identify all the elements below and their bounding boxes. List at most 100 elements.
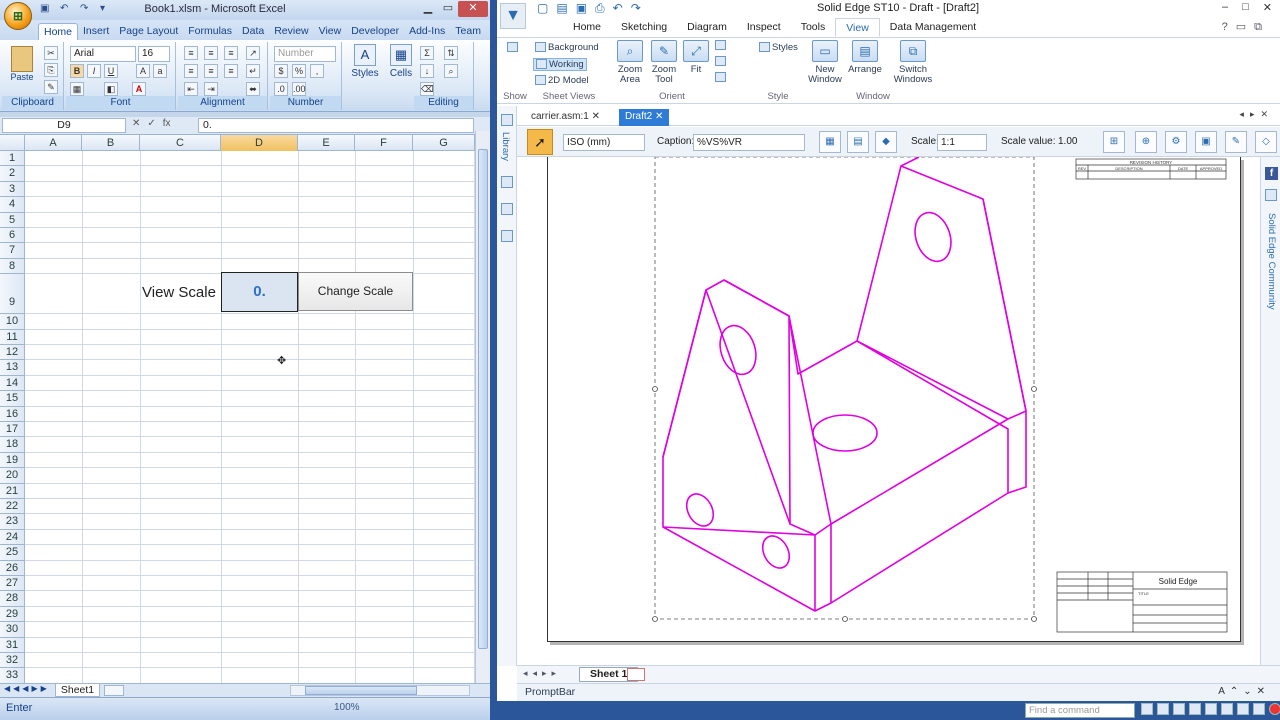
row-header[interactable]: 28 — [0, 591, 25, 607]
sheet-nav-icons[interactable]: ◀◀◀▶▶ — [4, 684, 50, 693]
number-format-combo[interactable]: Number — [274, 46, 336, 62]
redo-icon[interactable]: ↷ — [631, 1, 641, 16]
tab-inspect[interactable]: Inspect — [737, 18, 791, 37]
sheet-nav-icons[interactable]: ◂◂▸▸ — [523, 668, 561, 679]
insert-function-icon[interactable]: fx — [163, 118, 171, 129]
column-header-b[interactable]: B — [82, 135, 140, 151]
row-header[interactable]: 32 — [0, 653, 25, 669]
pan-icon[interactable] — [715, 56, 728, 67]
row-header[interactable]: 8 — [0, 258, 25, 275]
format-painter-icon[interactable]: ✎ — [44, 80, 58, 94]
font-name-combo[interactable]: Arial — [70, 46, 136, 62]
column-header-c[interactable]: C — [140, 135, 221, 151]
grow-font-icon[interactable]: A — [136, 64, 150, 78]
row-header[interactable]: 14 — [0, 375, 25, 392]
tab-add-ins[interactable]: Add-Ins — [404, 23, 450, 40]
doc-tabs-nav-icons[interactable]: ◂▸✕ — [1239, 109, 1274, 120]
community-tab[interactable]: Solid Edge Community — [1266, 213, 1277, 310]
sort-filter-icon[interactable]: ⇅ — [444, 46, 458, 60]
formula-input[interactable]: 0. — [198, 118, 474, 133]
new-icon[interactable]: ▢ — [537, 1, 548, 16]
column-header-d[interactable]: D — [221, 135, 298, 151]
tool-6-icon[interactable]: ◇ — [1255, 131, 1277, 153]
row-header[interactable]: 20 — [0, 468, 25, 484]
italic-icon[interactable]: I — [87, 64, 101, 78]
align-top-icon[interactable]: ≡ — [184, 46, 198, 60]
horizontal-scroll-thumb[interactable] — [305, 686, 417, 695]
tab-team[interactable]: Team — [450, 23, 486, 40]
scale-value-input[interactable]: 1.00 — [1055, 134, 1095, 151]
minimize-button[interactable]: ▁ — [418, 1, 438, 17]
prompt-bar-icons[interactable]: A⌃⌄✕ — [1218, 686, 1270, 697]
underline-icon[interactable]: U — [104, 64, 118, 78]
row-header[interactable]: 21 — [0, 483, 25, 499]
cancel-entry-icon[interactable]: ✕ — [132, 118, 140, 129]
row-header[interactable]: 17 — [0, 422, 25, 438]
insert-sheet-icon[interactable] — [104, 685, 124, 696]
row-header[interactable]: 30 — [0, 622, 25, 638]
arrange-button[interactable]: ▤ Arrange — [845, 40, 885, 75]
row-header[interactable]: 29 — [0, 606, 25, 623]
prompt-bar-label[interactable]: PromptBar — [525, 686, 575, 698]
horizontal-scrollbar[interactable] — [290, 685, 470, 696]
tab-sketching[interactable]: Sketching — [611, 18, 677, 37]
row-header[interactable]: 25 — [0, 545, 25, 561]
help-panel-icon[interactable] — [501, 230, 513, 242]
decrease-decimal-icon[interactable]: .00 — [292, 82, 306, 96]
fit-view-icon[interactable] — [1157, 703, 1169, 715]
new-sheet-icon[interactable] — [627, 668, 645, 681]
layers-icon[interactable] — [501, 176, 513, 188]
vertical-scroll-thumb[interactable] — [478, 149, 488, 649]
drawing-sheet[interactable]: REVISION HISTORY REV DESCRIPTION DATE AP… — [547, 157, 1241, 642]
tool-1-icon[interactable]: ⊞ — [1103, 131, 1125, 153]
comma-icon[interactable]: , — [310, 64, 324, 78]
ribbon-right-icons[interactable]: ?▭⧉ — [1212, 18, 1280, 37]
font-color-icon[interactable]: A — [132, 82, 146, 96]
column-header-e[interactable]: E — [298, 135, 355, 151]
row-header[interactable]: 7 — [0, 243, 25, 259]
tool-3-icon[interactable]: ⚙ — [1165, 131, 1187, 153]
rotate-icon[interactable] — [1221, 703, 1233, 715]
zoom-tool-button[interactable]: ✎ Zoom Tool — [647, 40, 681, 85]
vertical-scrollbar[interactable] — [475, 131, 490, 683]
styles-button[interactable]: Styles — [759, 42, 798, 53]
name-box[interactable]: D9 — [2, 118, 126, 133]
row-header[interactable]: 2 — [0, 166, 25, 182]
undo-icon[interactable]: ↶ — [613, 1, 623, 16]
view-display-icon[interactable]: ▤ — [847, 131, 869, 153]
increase-indent-icon[interactable]: ⇥ — [204, 82, 218, 96]
previous-view-icon[interactable] — [715, 72, 728, 83]
new-window-button[interactable]: ▭ New Window — [805, 40, 845, 85]
doc-tab-draft2[interactable]: Draft2 ✕ — [619, 109, 670, 126]
zoom-area-icon[interactable] — [1173, 703, 1185, 715]
tab-review[interactable]: Review — [269, 23, 313, 40]
row-header[interactable]: 33 — [0, 668, 25, 683]
sketch-view-icon[interactable] — [1237, 703, 1249, 715]
tab-formulas[interactable]: Formulas — [183, 23, 237, 40]
fit-button[interactable]: ⤢ Fit — [681, 40, 711, 75]
sheet-tab-sheet1[interactable]: Sheet1 — [55, 684, 100, 697]
tab-insert[interactable]: Insert — [78, 23, 114, 40]
row-header[interactable]: 26 — [0, 560, 25, 576]
styles-button[interactable]: A Styles — [348, 44, 382, 79]
shading-icon[interactable]: ◆ — [875, 131, 897, 153]
tab-tools[interactable]: Tools — [791, 18, 836, 37]
autosum-icon[interactable]: Σ — [420, 46, 434, 60]
views-icon[interactable] — [501, 203, 513, 215]
cell-d9[interactable]: 0. — [221, 272, 298, 312]
fill-icon[interactable]: ↓ — [420, 64, 434, 78]
align-middle-icon[interactable]: ≡ — [204, 46, 218, 60]
column-header-f[interactable]: F — [355, 135, 413, 151]
row-header[interactable]: 23 — [0, 514, 25, 530]
row-header[interactable]: 9 — [0, 274, 25, 315]
row-header[interactable]: 12 — [0, 345, 25, 361]
row-header[interactable]: 3 — [0, 181, 25, 198]
maximize-button[interactable]: □ — [1242, 1, 1249, 14]
font-size-combo[interactable]: 16 — [138, 46, 170, 62]
standard-combo[interactable]: ISO (mm) — [563, 134, 645, 151]
library-tab[interactable]: Library — [500, 132, 511, 161]
copy-icon[interactable]: ⎘ — [44, 63, 58, 77]
row-header[interactable]: 15 — [0, 391, 25, 407]
tab-data-management[interactable]: Data Management — [880, 18, 986, 37]
facebook-icon[interactable]: f — [1265, 167, 1278, 180]
